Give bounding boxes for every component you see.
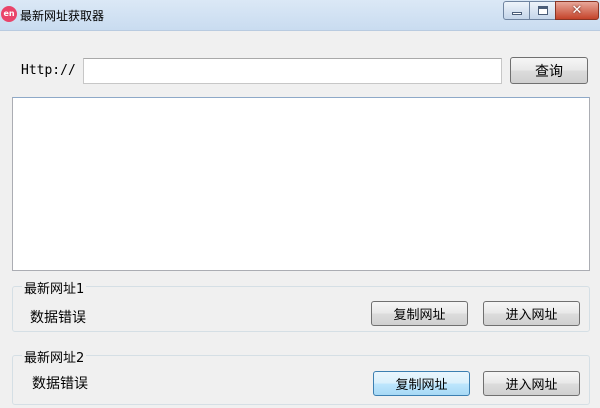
- result-textarea[interactable]: [12, 97, 590, 271]
- maximize-icon: [538, 6, 548, 15]
- status-text: 数据错误: [32, 376, 88, 392]
- copy-url-button[interactable]: 复制网址: [373, 371, 470, 396]
- group-legend: 最新网址2: [22, 347, 87, 366]
- app-logo-icon: en: [1, 6, 17, 22]
- url-label: Http://: [21, 63, 76, 78]
- close-button[interactable]: ✕: [555, 1, 599, 20]
- latest-url-group-1: 最新网址1 数据错误 复制网址 进入网址: [12, 278, 590, 332]
- title-bar[interactable]: en 最新网址获取器 ✕: [0, 0, 600, 31]
- close-icon: ✕: [571, 3, 583, 18]
- minimize-button[interactable]: [503, 1, 530, 20]
- enter-url-button[interactable]: 进入网址: [483, 371, 580, 396]
- copy-url-button[interactable]: 复制网址: [371, 301, 468, 326]
- minimize-icon: [512, 12, 522, 15]
- status-text: 数据错误: [30, 310, 86, 326]
- group-legend: 最新网址1: [22, 278, 87, 297]
- url-input[interactable]: [83, 58, 502, 84]
- query-button[interactable]: 查询: [510, 57, 588, 84]
- window-title: 最新网址获取器: [20, 9, 105, 23]
- enter-url-button[interactable]: 进入网址: [483, 301, 580, 326]
- latest-url-group-2: 最新网址2 数据错误 复制网址 进入网址: [12, 347, 590, 405]
- maximize-button[interactable]: [529, 1, 556, 20]
- main-window: en 最新网址获取器 ✕ Http:// 查询 最新网址1 数据错误 复制网址 …: [0, 0, 600, 408]
